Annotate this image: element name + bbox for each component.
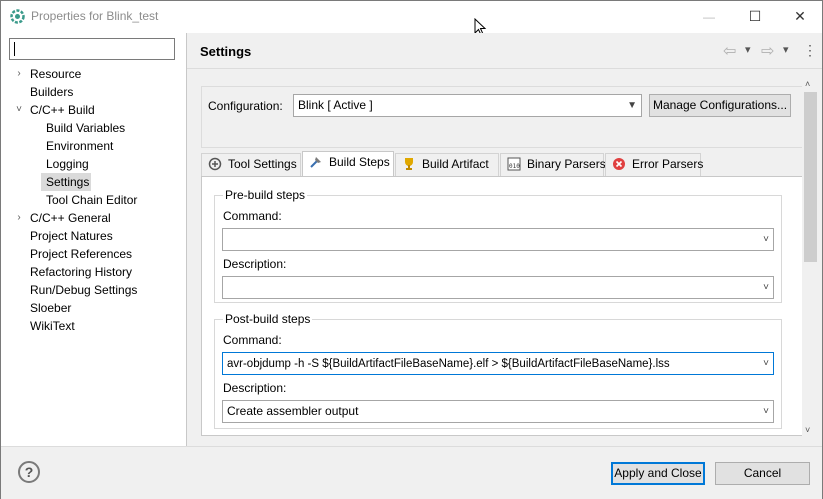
tree-item-label: Resource xyxy=(30,67,82,81)
pane-header: Settings ⇦ ▾ ⇨ ▾ ⋮ xyxy=(187,33,822,69)
expand-arrow-icon[interactable]: › xyxy=(13,65,25,83)
pre-build-description-label: Description: xyxy=(223,257,287,271)
tab-build-steps[interactable]: Build Steps xyxy=(302,151,394,177)
expand-arrow-icon[interactable]: › xyxy=(13,209,25,227)
tree-item-label: Logging xyxy=(46,157,89,171)
tab-label: Error Parsers xyxy=(632,157,704,171)
configuration-label: Configuration: xyxy=(208,99,283,113)
apply-and-close-button[interactable]: Apply and Close xyxy=(611,462,705,485)
tree-item-refactoring-history[interactable]: Refactoring History xyxy=(30,263,132,281)
tab-label: Build Artifact xyxy=(422,157,489,171)
chevron-down-icon[interactable]: ˅ xyxy=(763,229,769,250)
tree-item-build-variables[interactable]: Build Variables xyxy=(46,119,125,137)
post-build-title: Post-build steps xyxy=(223,312,313,326)
forward-arrow-icon[interactable]: ⇨ xyxy=(761,41,774,61)
error-parsers-icon xyxy=(612,157,626,171)
tree-item-label: WikiText xyxy=(30,319,75,333)
chevron-down-icon[interactable]: ˅ xyxy=(763,401,769,422)
tab-build-artifact[interactable]: Build Artifact xyxy=(395,153,499,176)
tree-item-run-debug-settings[interactable]: Run/Debug Settings xyxy=(30,281,137,299)
title-bar: Properties for Blink_test — ☐ ✕ xyxy=(1,1,823,36)
tree-item-label: C/C++ General xyxy=(30,211,111,225)
chevron-down-icon[interactable]: ˅ xyxy=(760,353,769,374)
tree-item-label: C/C++ Build xyxy=(30,103,95,117)
tree-item-builders[interactable]: Builders xyxy=(30,83,73,101)
binary-parsers-icon: 010 xyxy=(507,157,521,171)
configuration-group: Configuration: Blink [ Active ] ▼ Manage… xyxy=(201,86,805,148)
minimize-button[interactable]: — xyxy=(686,1,732,32)
tree-item-label: Sloeber xyxy=(30,301,72,315)
post-build-description-value: Create assembler output xyxy=(227,404,359,418)
help-icon[interactable]: ? xyxy=(18,461,40,483)
tree-item-sloeber[interactable]: Sloeber xyxy=(30,299,71,317)
post-build-description-input[interactable]: Create assembler output ˅ xyxy=(222,400,774,423)
tree-item-logging[interactable]: Logging xyxy=(46,155,89,173)
post-build-command-value: avr-objdump -h -S ${BuildArtifactFileBas… xyxy=(227,358,670,370)
view-menu-icon[interactable]: ⋮ xyxy=(803,42,817,59)
back-history-dropdown-icon[interactable]: ▾ xyxy=(745,43,751,56)
tab-tool-settings[interactable]: Tool Settings xyxy=(201,153,301,176)
text-caret xyxy=(14,42,15,56)
page-title: Settings xyxy=(200,44,252,59)
tree-item-label: Run/Debug Settings xyxy=(30,283,138,297)
post-build-description-label: Description: xyxy=(223,381,287,395)
configuration-value: Blink [ Active ] xyxy=(298,98,373,112)
maximize-button[interactable]: ☐ xyxy=(732,1,778,32)
tree-item-settings[interactable]: Settings xyxy=(46,173,89,191)
pre-build-title: Pre-build steps xyxy=(223,188,308,202)
scrollbar-thumb[interactable] xyxy=(804,92,817,262)
tab-label: Build Steps xyxy=(329,155,390,169)
manage-configurations-button[interactable]: Manage Configurations... xyxy=(649,94,791,117)
pre-build-group: Pre-build steps Command: ˅ Description: … xyxy=(214,188,782,303)
chevron-down-icon: ▼ xyxy=(627,100,637,111)
scroll-up-icon[interactable]: ˄ xyxy=(805,79,810,89)
pre-build-description-input[interactable]: ˅ xyxy=(222,276,774,299)
post-build-command-input[interactable]: avr-objdump -h -S ${BuildArtifactFileBas… xyxy=(222,352,774,375)
tree-item-label: Environment xyxy=(46,139,114,153)
build-artifact-icon xyxy=(402,157,416,171)
scroll-down-icon[interactable]: ˅ xyxy=(805,425,810,435)
tree-item-wikitext[interactable]: WikiText xyxy=(30,317,75,335)
tree-item-label: Builders xyxy=(30,85,74,99)
configuration-select[interactable]: Blink [ Active ] ▼ xyxy=(293,94,642,117)
tree-item-project-natures[interactable]: Project Natures xyxy=(30,227,113,245)
tree-item-label: Build Variables xyxy=(46,121,126,135)
build-steps-panel: Pre-build steps Command: ˅ Description: … xyxy=(201,176,806,436)
dialog-footer: ? Apply and Close Cancel xyxy=(1,446,822,499)
tab-binary-parsers[interactable]: 010 Binary Parsers xyxy=(500,153,606,176)
tool-settings-icon xyxy=(208,157,222,171)
close-button[interactable]: ✕ xyxy=(777,1,823,32)
app-icon xyxy=(10,9,25,24)
cancel-button[interactable]: Cancel xyxy=(715,462,810,485)
tree-item-label: Refactoring History xyxy=(30,265,133,279)
forward-history-dropdown-icon[interactable]: ▾ xyxy=(783,43,789,56)
tab-error-parsers[interactable]: Error Parsers xyxy=(605,153,704,176)
pre-build-command-label: Command: xyxy=(223,209,282,223)
tree-item-environment[interactable]: Environment xyxy=(46,137,113,155)
window-title: Properties for Blink_test xyxy=(31,9,159,23)
collapse-arrow-icon[interactable]: ˅ xyxy=(13,101,25,119)
pre-build-command-input[interactable]: ˅ xyxy=(222,228,774,251)
filter-input[interactable] xyxy=(9,38,175,60)
tree-item-project-references[interactable]: Project References xyxy=(30,245,132,263)
vertical-scrollbar[interactable]: ˄ ˅ xyxy=(802,77,819,440)
post-build-group: Post-build steps Command: avr-objdump -h… xyxy=(214,312,782,429)
tree-item-label: Project Natures xyxy=(30,229,113,243)
tree-item-label: Tool Chain Editor xyxy=(46,193,138,207)
tree-item-label: Settings xyxy=(46,175,90,189)
properties-window: Properties for Blink_test — ☐ ✕ › Resour… xyxy=(0,0,823,499)
settings-pane: Settings ⇦ ▾ ⇨ ▾ ⋮ Configuration: Blink … xyxy=(186,33,822,446)
tree-item-label: Project References xyxy=(30,247,133,261)
back-arrow-icon[interactable]: ⇦ xyxy=(723,41,736,61)
tree-item-tool-chain-editor[interactable]: Tool Chain Editor xyxy=(46,191,137,209)
svg-text:010: 010 xyxy=(509,163,520,170)
tab-label: Tool Settings xyxy=(228,157,297,171)
tab-label: Binary Parsers xyxy=(527,157,606,171)
post-build-command-label: Command: xyxy=(223,333,282,347)
build-steps-icon xyxy=(309,155,323,169)
chevron-down-icon[interactable]: ˅ xyxy=(763,277,769,298)
